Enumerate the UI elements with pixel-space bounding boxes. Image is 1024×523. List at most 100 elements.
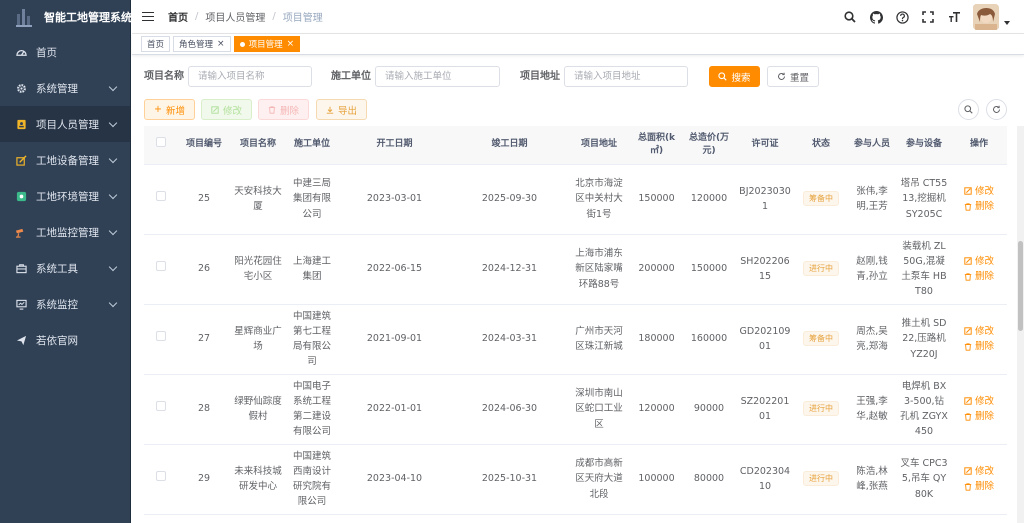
construction-unit-label: 施工单位 [331,71,371,82]
row-delete-button[interactable]: 删除 [964,409,994,424]
dashboard-icon [14,45,28,59]
refresh-icon [993,105,1000,113]
cell-staff: 陈浩,林峰,张燕 [847,444,897,515]
row-edit-label: 修改 [974,465,994,477]
breadcrumb-separator: / [195,11,199,22]
cell-id: 28 [178,374,230,445]
sidebar-item-0[interactable]: 首页 [0,34,130,70]
row-checkbox[interactable] [144,234,178,305]
row-delete-label: 删除 [974,271,994,282]
row-edit-button[interactable]: 修改 [964,184,994,199]
table-row[interactable]: 26 阳光花园住宅小区 上海建工集团 2022-06-15 2024-12-31 上海市浦… [144,234,1007,305]
tag-label: 首页 [147,40,165,50]
col-header-area: 总面积(k㎡) [630,126,683,165]
refresh-icon [778,72,785,80]
chevron-down-icon [108,298,118,308]
row-checkbox[interactable] [144,304,178,375]
sidebar-item-1[interactable]: 系统管理 [0,70,130,106]
export-button[interactable]: 导出 [316,99,367,120]
cell-actions: 修改删除 [951,164,1007,235]
close-icon[interactable]: × [287,39,295,49]
breadcrumb-item-home[interactable]: 首页 [168,9,188,24]
project-name-label: 项目名称 [144,71,184,82]
scrollbar-thumb[interactable] [1018,241,1023,331]
gear-icon [14,81,28,95]
row-delete-button[interactable]: 删除 [964,339,994,354]
row-edit-button[interactable]: 修改 [964,324,994,339]
row-delete-button[interactable]: 删除 [964,199,994,214]
search-button[interactable]: 搜索 [709,66,760,87]
logo-row[interactable]: 智能工地管理系统 [0,0,132,34]
cell-license: CD20230410 [735,444,795,515]
sidebar-item-8[interactable]: 若依官网 [0,322,130,358]
reset-button[interactable]: 重置 [767,66,819,87]
row-checkbox[interactable] [144,374,178,445]
project-address-label: 项目地址 [520,71,560,82]
edit-icon [964,257,972,266]
tag-home[interactable]: 首页 [141,36,171,52]
row-checkbox[interactable] [144,444,178,515]
font-size-icon[interactable] [947,10,961,24]
row-edit-button[interactable]: 修改 [964,394,994,409]
sidebar-item-label: 工地环境管理 [36,190,99,203]
row-delete-button[interactable]: 删除 [964,269,994,284]
sidebar-item-2[interactable]: 项目人员管理 [0,106,130,142]
sidebar-item-7[interactable]: 系统监控 [0,286,130,322]
cell-equipment: 塔吊 CT5513,挖掘机 SY205C [897,164,951,235]
cell-name: 未来科技城研发中心 [230,444,286,515]
close-icon[interactable]: × [217,39,225,49]
chevron-down-icon [108,190,118,200]
github-icon[interactable] [869,10,883,24]
row-edit-button[interactable]: 修改 [964,464,994,479]
cell-cost: 120000 [683,164,735,235]
sidebar-item-6[interactable]: 系统工具 [0,250,130,286]
sidebar-item-4[interactable]: 工地环境管理 [0,178,130,214]
delete-button[interactable]: 删除 [258,99,309,120]
row-edit-label: 修改 [974,185,994,197]
table-row[interactable]: 25 天安科技大厦 中建三局集团有限公司 2023-03-01 2025-09-30 北京… [144,164,1007,235]
breadcrumb-item-personnel: 项目人员管理 [205,13,266,24]
cell-end: 2024-03-31 [451,304,568,375]
row-checkbox[interactable] [144,164,178,235]
hamburger-icon[interactable] [142,9,154,24]
construction-unit-input[interactable]: 请输入施工单位 [375,66,500,87]
sidebar-item-label: 系统工具 [36,262,78,275]
refresh-button[interactable] [986,99,1007,120]
edit-icon [964,327,972,336]
sidebar-item-3[interactable]: 工地设备管理 [0,142,130,178]
search-icon[interactable] [843,10,857,24]
status-badge: 进行中 [803,261,839,277]
cell-status: 筹备中 [795,164,847,235]
avatar[interactable] [973,4,999,30]
table-row[interactable]: 29 未来科技城研发中心 中国建筑西南设计研究院有限公司 2023-04-10 2025… [144,444,1007,515]
caret-down-icon[interactable] [1004,21,1010,25]
edit-button[interactable]: 修改 [201,99,252,120]
app-title: 智能工地管理系统 [44,11,132,24]
toggle-search-button[interactable] [958,99,979,120]
scrollbar[interactable] [1017,126,1024,523]
table-row[interactable]: 27 星辉商业广场 中国建筑第七工程局有限公司 2021-09-01 2024-03-3… [144,304,1007,375]
select-all-checkbox[interactable] [144,126,178,165]
status-badge: 筹备中 [803,191,839,207]
cell-name: 绿野仙踪度假村 [230,374,286,445]
table-row[interactable]: 28 绿野仙踪度假村 中国电子系统工程第二建设有限公司 2022-01-01 2024-… [144,374,1007,445]
search-icon [964,105,973,114]
tag-project-management[interactable]: 项目管理 × [233,36,301,52]
add-button[interactable]: + 新增 [144,99,195,120]
project-address-input[interactable]: 请输入项目地址 [564,66,688,87]
fullscreen-icon[interactable] [921,10,935,24]
row-delete-button[interactable]: 删除 [964,479,994,494]
tag-role-management[interactable]: 角色管理 × [173,36,231,52]
row-edit-button[interactable]: 修改 [964,254,994,269]
question-icon[interactable] [895,10,909,24]
cell-cost: 160000 [683,304,735,375]
sidebar-menu: 首页 系统管理 项目人员管理 工地设备管理工地环境管理工地监控管理系统工具系统监控 若依… [0,34,130,358]
cell-unit: 中国建筑西南设计研究院有限公司 [286,444,338,515]
sidebar-item-5[interactable]: 工地监控管理 [0,214,130,250]
project-name-input[interactable]: 请输入项目名称 [188,66,312,87]
toolbox-icon [14,261,28,275]
cell-actions: 修改 删除 [951,374,1007,445]
chevron-down-icon [108,226,118,236]
edit-icon [964,397,972,406]
cell-equipment: 推土机 SD22,压路机 YZ20J [897,304,951,375]
